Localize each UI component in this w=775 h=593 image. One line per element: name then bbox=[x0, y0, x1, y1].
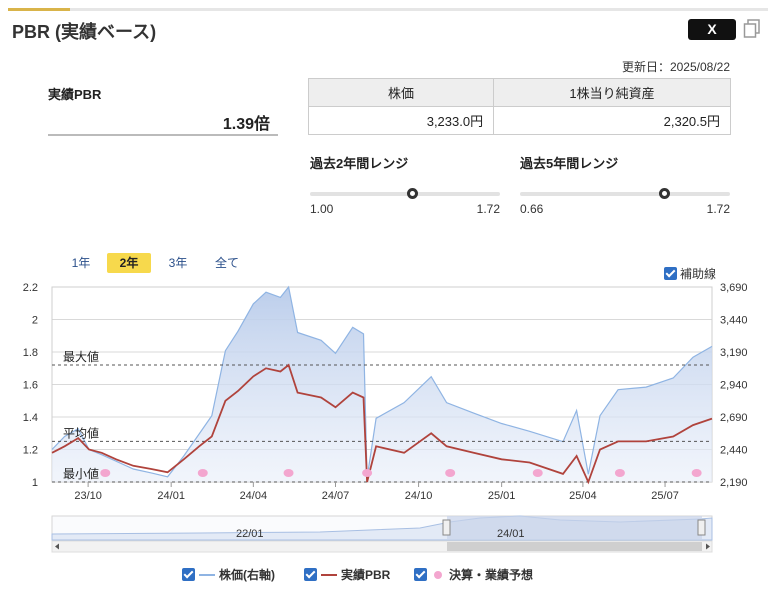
legend-events-checkbox[interactable] bbox=[414, 568, 427, 581]
y-right-tick-label: 3,690 bbox=[720, 282, 748, 294]
y-left-tick-label: 1 bbox=[32, 477, 38, 489]
legend-events-dot-icon bbox=[434, 570, 442, 579]
legend-price-line-icon bbox=[199, 573, 215, 576]
legend-events[interactable]: 決算・業績予想 bbox=[414, 566, 533, 583]
x-tick-label: 25/01 bbox=[488, 490, 516, 502]
legend-events-label: 決算・業績予想 bbox=[449, 568, 534, 582]
reference-label: 最小値 bbox=[63, 466, 99, 481]
y-left-tick-label: 2 bbox=[32, 315, 38, 327]
navigator-left-handle[interactable] bbox=[442, 519, 451, 536]
event-dot bbox=[100, 469, 111, 477]
x-tick-label: 25/07 bbox=[651, 490, 679, 502]
event-dot bbox=[197, 469, 208, 477]
legend-pbr-line-icon bbox=[321, 573, 337, 576]
y-right-tick-label: 2,440 bbox=[720, 445, 748, 457]
pbr-chart[interactable]: 最大値平均値最小値 2.2 2 1.8 1.6 1.4 1.2 1 3,690 3,440 3,1… bbox=[0, 0, 775, 593]
x-tick-label: 23/10 bbox=[74, 490, 102, 502]
legend-pbr[interactable]: 実績PBR bbox=[304, 566, 390, 583]
y-left-tick-label: 1.2 bbox=[23, 445, 38, 457]
legend-price[interactable]: 株価(右軸) bbox=[182, 566, 275, 583]
event-dot bbox=[362, 469, 373, 477]
legend-price-label: 株価(右軸) bbox=[219, 568, 275, 582]
reference-label: 平均値 bbox=[63, 425, 99, 440]
y-left-tick-label: 1.6 bbox=[23, 380, 38, 392]
event-dot bbox=[445, 469, 456, 477]
event-dot bbox=[691, 469, 702, 477]
y-left-tick-label: 1.4 bbox=[23, 412, 38, 424]
y-right-tick-label: 2,940 bbox=[720, 380, 748, 392]
event-dot bbox=[283, 469, 294, 477]
y-right-tick-label: 3,190 bbox=[720, 347, 748, 359]
y-left-tick-label: 2.2 bbox=[23, 282, 38, 294]
x-tick-label: 24/07 bbox=[322, 490, 350, 502]
legend-pbr-label: 実績PBR bbox=[341, 568, 391, 582]
x-tick-label: 25/04 bbox=[569, 490, 597, 502]
y-right-tick-label: 3,440 bbox=[720, 315, 748, 327]
x-tick-label: 24/10 bbox=[405, 490, 433, 502]
y-right-tick-label: 2,690 bbox=[720, 412, 748, 424]
navigator-right-handle[interactable] bbox=[697, 519, 706, 536]
x-tick-label: 24/04 bbox=[240, 490, 268, 502]
legend-pbr-checkbox[interactable] bbox=[304, 568, 317, 581]
event-dot bbox=[614, 469, 625, 477]
y-left-tick-label: 1.8 bbox=[23, 347, 38, 359]
navigator-label[interactable]: 24/01 bbox=[497, 528, 525, 540]
scrollbar-thumb[interactable] bbox=[447, 542, 702, 551]
event-dot bbox=[532, 469, 543, 477]
legend-price-checkbox[interactable] bbox=[182, 568, 195, 581]
x-tick-label: 24/01 bbox=[157, 490, 185, 502]
reference-label: 最大値 bbox=[63, 349, 99, 364]
navigator-selection[interactable] bbox=[447, 516, 702, 540]
y-right-tick-label: 2,190 bbox=[720, 477, 748, 489]
navigator-label[interactable]: 22/01 bbox=[236, 528, 264, 540]
